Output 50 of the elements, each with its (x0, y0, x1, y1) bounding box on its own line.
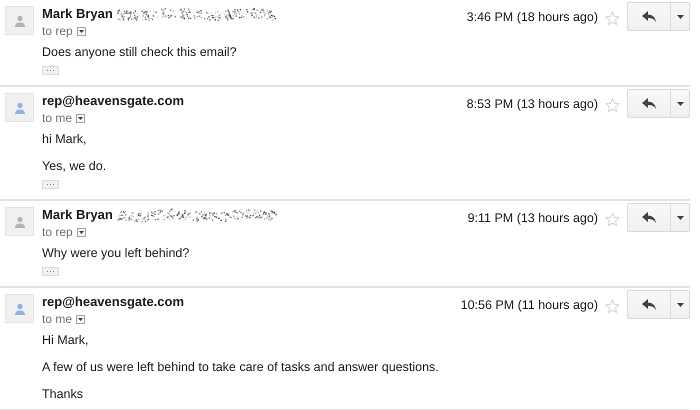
message-text: hi Mark, (42, 131, 88, 147)
message-text: A few of us were left behind to take care of tasks and answer questions. (42, 359, 440, 375)
timestamp: 10:56 PM (11 hours ago) (460, 298, 598, 312)
reply-button[interactable] (627, 2, 671, 31)
more-button[interactable] (671, 89, 690, 118)
caret-icon (78, 318, 84, 320)
reply-arrow-icon (642, 11, 656, 22)
star-icon[interactable] (605, 299, 620, 314)
recipient-label: to me (42, 312, 72, 326)
caret-icon (676, 102, 684, 106)
reply-arrow-icon (642, 98, 656, 109)
more-button[interactable] (671, 203, 690, 232)
show-trimmed-button[interactable]: ··· (42, 267, 59, 276)
show-trimmed-button[interactable]: ··· (42, 180, 59, 189)
recipient-label: to rep (42, 24, 73, 38)
recipient-label: to rep (42, 225, 73, 239)
more-button[interactable] (671, 290, 690, 319)
more-button[interactable] (671, 2, 690, 31)
reply-button[interactable] (627, 290, 671, 319)
timestamp: 9:11 PM (13 hours ago) (468, 211, 598, 225)
message-text: Yes, we do. (42, 158, 108, 174)
recipient-label: to me (42, 111, 72, 125)
details-dropdown[interactable] (76, 114, 86, 122)
caret-icon (676, 14, 684, 18)
sender-name: Mark Bryan (42, 6, 113, 21)
show-trimmed-button[interactable]: ··· (42, 66, 59, 75)
timestamp: 8:53 PM (13 hours ago) (466, 97, 598, 111)
sender-name: rep@heavensgate.com (42, 294, 184, 309)
star-icon[interactable] (605, 98, 620, 113)
reply-button[interactable] (627, 203, 671, 232)
message-text: Why were you left behind? (42, 245, 190, 261)
reply-arrow-icon (642, 212, 656, 223)
star-icon[interactable] (605, 212, 620, 227)
message-text: Hi Mark, (42, 332, 90, 348)
details-dropdown[interactable] (76, 228, 86, 236)
caret-icon (78, 116, 84, 120)
reply-arrow-icon (642, 299, 656, 310)
caret-icon (676, 216, 684, 220)
timestamp: 3:46 PM (18 hours ago) (466, 10, 598, 24)
message-text: Does anyone still check this email? (42, 44, 238, 60)
reply-button[interactable] (627, 89, 671, 118)
caret-icon (78, 230, 84, 234)
sender-name: rep@heavensgate.com (42, 93, 184, 108)
star-icon[interactable] (605, 11, 620, 26)
caret-icon (78, 30, 84, 32)
details-dropdown[interactable] (76, 314, 86, 324)
sender-name: Mark Bryan (42, 207, 113, 222)
details-dropdown[interactable] (76, 26, 86, 36)
caret-icon (676, 302, 684, 306)
message-text: Thanks (42, 386, 84, 402)
